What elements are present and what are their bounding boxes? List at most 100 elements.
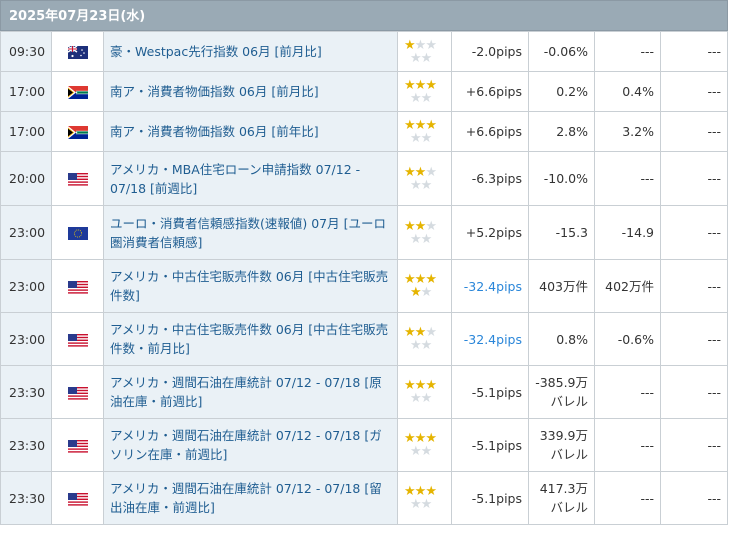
table-row: 23:30 アメリカ・週間石油在庫統計 07/12 - 07/18 [留出油在庫・… [0, 471, 728, 525]
calendar-table: 09:30 豪・Westpac先行指数 06月 [前月比] ★★★ ★★ -2.0pip… [0, 31, 728, 525]
indicator-link[interactable]: アメリカ・MBA住宅ローン申請指数 07/12 - 07/18 [前週比] [103, 151, 398, 206]
table-row: 23:00 アメリカ・中古住宅販売件数 06月 [中古住宅販売件数・前月比] ★★★… [0, 312, 728, 366]
result-text: 0.2% [556, 84, 588, 99]
star-icon: ★ [410, 50, 422, 66]
star-icon: ★ [420, 130, 433, 146]
pips-value: -5.1pips [451, 418, 529, 472]
result-text: 339.9万 バレル [539, 428, 588, 462]
previous-value: --- [660, 151, 728, 206]
previous-value: --- [660, 471, 728, 525]
au-flag-icon [51, 31, 104, 72]
previous-text: --- [707, 44, 721, 59]
pips-value: -5.1pips [451, 471, 529, 525]
forecast-text: 402万件 [605, 278, 654, 294]
forecast-text: --- [640, 490, 654, 506]
forecast-text: --- [640, 44, 654, 59]
pips-value: +6.6pips [451, 111, 529, 152]
table-row: 09:30 豪・Westpac先行指数 06月 [前月比] ★★★ ★★ -2.0pip… [0, 31, 728, 72]
time-cell: 23:30 [0, 365, 52, 419]
table-row: 17:00 南ア・消費者物価指数 06月 [前年比] ★★★ ★★ +6.6pips 2.… [0, 111, 728, 152]
forecast-value: --- [594, 418, 661, 472]
forecast-text: --- [640, 171, 654, 186]
previous-value: --- [660, 205, 728, 260]
previous-text: --- [707, 437, 721, 453]
star-icon: ★ [410, 90, 422, 106]
previous-value: --- [660, 418, 728, 472]
indicator-link[interactable]: アメリカ・週間石油在庫統計 07/12 - 07/18 [ガソリン在庫・前週比] [103, 418, 398, 472]
previous-value: --- [660, 71, 728, 112]
star-icon: ★ [420, 444, 433, 459]
previous-text: --- [707, 278, 721, 294]
star-icon: ★ [420, 50, 433, 66]
previous-text: --- [707, 384, 721, 400]
indicator-link[interactable]: アメリカ・中古住宅販売件数 06月 [中古住宅販売件数・前月比] [103, 312, 398, 366]
indicator-link[interactable]: ユーロ・消費者信頼感指数(速報値) 07月 [ユーロ圏消費者信頼感] [103, 205, 398, 260]
previous-text: --- [707, 490, 721, 506]
time-cell: 17:00 [0, 71, 52, 112]
economic-calendar: 2025年07月23日(水) 09:30 豪・Westpac先行指数 06月 [前… [0, 0, 728, 525]
indicator-link[interactable]: 南ア・消費者物価指数 06月 [前月比] [103, 71, 398, 112]
star-icon: ★ [420, 497, 433, 512]
result-text: -0.06% [543, 44, 588, 59]
us-flag-icon [51, 151, 104, 206]
result-text: -15.3 [555, 225, 588, 240]
importance-stars: ★★★ ★★ [397, 365, 452, 419]
forecast-value: --- [594, 31, 661, 72]
forecast-value: 0.4% [594, 71, 661, 112]
star-icon: ★ [410, 391, 422, 406]
table-row: 23:00 アメリカ・中古住宅販売件数 06月 [中古住宅販売件数] ★★★ ★★ -3… [0, 259, 728, 313]
result-value: -10.0% [528, 151, 595, 206]
forecast-value: 3.2% [594, 111, 661, 152]
result-value: 0.2% [528, 71, 595, 112]
previous-value: --- [660, 312, 728, 366]
result-value: -15.3 [528, 205, 595, 260]
indicator-link[interactable]: 南ア・消費者物価指数 06月 [前年比] [103, 111, 398, 152]
time-cell: 23:00 [0, 205, 52, 260]
importance-stars: ★★★ ★★ [397, 259, 452, 313]
star-icon: ★ [410, 338, 422, 353]
forecast-value: --- [594, 471, 661, 525]
indicator-link[interactable]: 豪・Westpac先行指数 06月 [前月比] [103, 31, 398, 72]
table-row: 23:30 アメリカ・週間石油在庫統計 07/12 - 07/18 [ガソリン在庫… [0, 418, 728, 472]
previous-text: --- [707, 171, 721, 186]
result-text: -385.9万 バレル [535, 375, 588, 409]
star-icon: ★ [410, 231, 422, 247]
time-cell: 23:00 [0, 312, 52, 366]
time-cell: 23:00 [0, 259, 52, 313]
star-icon: ★ [420, 231, 433, 247]
eu-flag-icon [51, 205, 104, 260]
result-text: 0.8% [556, 331, 588, 347]
forecast-text: 0.4% [622, 84, 654, 99]
star-icon: ★ [410, 444, 422, 459]
previous-value: --- [660, 259, 728, 313]
table-row: 23:00 ユーロ・消費者信頼感指数(速報値) 07月 [ユーロ圏消費者信頼感] ★… [0, 205, 728, 260]
star-icon: ★ [420, 391, 433, 406]
us-flag-icon [51, 312, 104, 366]
table-row: 23:30 アメリカ・週間石油在庫統計 07/12 - 07/18 [原油在庫・前… [0, 365, 728, 419]
previous-text: --- [707, 124, 721, 139]
indicator-link[interactable]: アメリカ・週間石油在庫統計 07/12 - 07/18 [留出油在庫・前週比] [103, 471, 398, 525]
pips-value: -2.0pips [451, 31, 529, 72]
forecast-value: --- [594, 365, 661, 419]
result-value: 0.8% [528, 312, 595, 366]
pips-value: -32.4pips [451, 312, 529, 366]
us-flag-icon [51, 471, 104, 525]
result-value: -385.9万 バレル [528, 365, 595, 419]
date-header: 2025年07月23日(水) [0, 0, 728, 31]
pips-value: +6.6pips [451, 71, 529, 112]
pips-value: -32.4pips [451, 259, 529, 313]
star-icon: ★ [420, 338, 433, 353]
forecast-value: -14.9 [594, 205, 661, 260]
za-flag-icon [51, 111, 104, 152]
previous-text: --- [707, 225, 721, 240]
result-value: -0.06% [528, 31, 595, 72]
importance-stars: ★★★ ★★ [397, 471, 452, 525]
us-flag-icon [51, 365, 104, 419]
za-flag-icon [51, 71, 104, 112]
result-text: -10.0% [543, 171, 588, 186]
result-value: 403万件 [528, 259, 595, 313]
indicator-link[interactable]: アメリカ・中古住宅販売件数 06月 [中古住宅販売件数] [103, 259, 398, 313]
indicator-link[interactable]: アメリカ・週間石油在庫統計 07/12 - 07/18 [原油在庫・前週比] [103, 365, 398, 419]
result-value: 339.9万 バレル [528, 418, 595, 472]
time-cell: 20:00 [0, 151, 52, 206]
